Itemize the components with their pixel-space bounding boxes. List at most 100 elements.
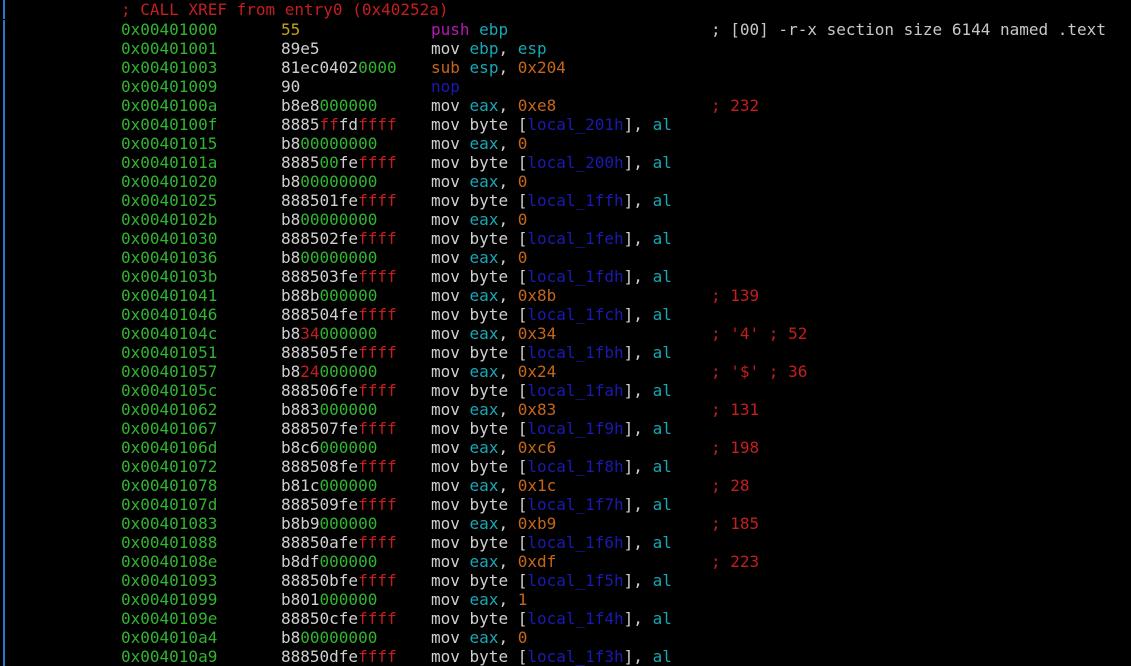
- disasm-row[interactable]: 0x00401067 888507feffff mov byte [local_1f…: [0, 419, 1131, 438]
- instruction-address[interactable]: 0x00401030: [121, 229, 217, 248]
- instruction-address[interactable]: 0x00401009: [121, 77, 217, 96]
- instruction-token: local_1f5h: [527, 571, 624, 590]
- instruction-text: nop: [431, 77, 460, 96]
- disasm-row[interactable]: 0x00401078 b81c000000 mov eax, 0x1c ; 28: [0, 476, 1131, 495]
- instruction-address[interactable]: 0x00401072: [121, 457, 217, 476]
- instruction-address[interactable]: 0x00401000: [121, 20, 217, 39]
- instruction-token: ,: [498, 590, 518, 609]
- instruction-address[interactable]: 0x0040100f: [121, 115, 217, 134]
- disasm-row[interactable]: 0x0040100f 8885fffdffff mov byte [local_20…: [0, 115, 1131, 134]
- instruction-token: ,: [498, 172, 518, 191]
- instruction-address[interactable]: 0x0040109e: [121, 609, 217, 628]
- instruction-address[interactable]: 0x00401099: [121, 590, 217, 609]
- instruction-address[interactable]: 0x00401093: [121, 571, 217, 590]
- opcode-byte-segment: 000000: [319, 96, 378, 115]
- opcode-byte-segment: b8: [281, 172, 301, 191]
- instruction-address[interactable]: 0x0040107d: [121, 495, 217, 514]
- disasm-row[interactable]: 0x00401046 888504feffff mov byte [local_1f…: [0, 305, 1131, 324]
- disasm-row[interactable]: 0x0040109e 88850cfeffff mov byte [local_1f…: [0, 609, 1131, 628]
- instruction-address[interactable]: 0x00401051: [121, 343, 217, 362]
- instruction-token: byte [: [459, 571, 528, 590]
- instruction-address[interactable]: 0x00401001: [121, 39, 217, 58]
- disasm-row[interactable]: 0x00401003 81ec04020000 sub esp, 0x204: [0, 58, 1131, 77]
- instruction-text: mov eax, 0x24: [431, 362, 556, 381]
- instruction-token: byte [: [459, 495, 528, 514]
- disasm-row[interactable]: 0x00401000 55 push ebp ; [00] -r-x section …: [0, 20, 1131, 39]
- instruction-token: mov: [431, 324, 460, 343]
- disasm-row[interactable]: 0x00401072 888508feffff mov byte [local_1f…: [0, 457, 1131, 476]
- disasm-row[interactable]: 0x00401015 b800000000 mov eax, 0: [0, 134, 1131, 153]
- instruction-address[interactable]: 0x004010a9: [121, 647, 217, 666]
- instruction-address[interactable]: 0x00401025: [121, 191, 217, 210]
- instruction-address[interactable]: 0x00401046: [121, 305, 217, 324]
- instruction-token: al: [652, 647, 672, 666]
- disasm-row[interactable]: 0x0040103b 888503feffff mov byte [local_1f…: [0, 267, 1131, 286]
- instruction-address[interactable]: 0x00401078: [121, 476, 217, 495]
- disasm-row[interactable]: 0x004010a4 b800000000 mov eax, 0: [0, 628, 1131, 647]
- instruction-token: mov: [431, 172, 460, 191]
- flow-bar: [3, 571, 5, 590]
- instruction-token: al: [652, 191, 672, 210]
- instruction-address[interactable]: 0x00401041: [121, 286, 217, 305]
- disasm-row[interactable]: 0x00401001 89e5 mov ebp, esp: [0, 39, 1131, 58]
- instruction-address[interactable]: 0x0040108e: [121, 552, 217, 571]
- instruction-address[interactable]: 0x00401083: [121, 514, 217, 533]
- instruction-address[interactable]: 0x00401057: [121, 362, 217, 381]
- disasm-row[interactable]: 0x0040105c 888506feffff mov byte [local_1f…: [0, 381, 1131, 400]
- instruction-address[interactable]: 0x00401015: [121, 134, 217, 153]
- disasm-row[interactable]: 0x004010a9 88850dfeffff mov byte [local_1f…: [0, 647, 1131, 666]
- disasm-row[interactable]: 0x0040107d 888509feffff mov byte [local_1f…: [0, 495, 1131, 514]
- instruction-token: ],: [623, 381, 653, 400]
- instruction-address[interactable]: 0x0040102b: [121, 210, 217, 229]
- instruction-token: mov: [431, 590, 460, 609]
- instruction-address[interactable]: 0x0040100a: [121, 96, 217, 115]
- instruction-address[interactable]: 0x00401036: [121, 248, 217, 267]
- disasm-row[interactable]: 0x00401041 b88b000000 mov eax, 0x8b ; 139: [0, 286, 1131, 305]
- instruction-address[interactable]: 0x004010a4: [121, 628, 217, 647]
- instruction-token: eax: [469, 362, 499, 381]
- disasm-row[interactable]: 0x0040106d b8c6000000 mov eax, 0xc6 ; 198: [0, 438, 1131, 457]
- disasm-row[interactable]: 0x00401025 888501feffff mov byte [local_1f…: [0, 191, 1131, 210]
- instruction-address[interactable]: 0x00401003: [121, 58, 217, 77]
- instruction-token: byte [: [459, 609, 528, 628]
- disasm-row[interactable]: 0x00401062 b883000000 mov eax, 0x83 ; 131: [0, 400, 1131, 419]
- disasm-row[interactable]: 0x0040102b b800000000 mov eax, 0: [0, 210, 1131, 229]
- instruction-address[interactable]: 0x0040105c: [121, 381, 217, 400]
- instruction-address[interactable]: 0x0040101a: [121, 153, 217, 172]
- disasm-row[interactable]: 0x00401093 88850bfeffff mov byte [local_1f…: [0, 571, 1131, 590]
- instruction-address[interactable]: 0x0040104c: [121, 324, 217, 343]
- disasm-row[interactable]: 0x00401083 b8b9000000 mov eax, 0xb9 ; 185: [0, 514, 1131, 533]
- instruction-address[interactable]: 0x0040106d: [121, 438, 217, 457]
- opcode-byte-segment: 00000000: [300, 134, 378, 153]
- instruction-token: ],: [623, 571, 653, 590]
- disasm-row[interactable]: 0x00401020 b800000000 mov eax, 0: [0, 172, 1131, 191]
- disasm-row[interactable]: 0x00401057 b824000000 mov eax, 0x24 ; '$' ;…: [0, 362, 1131, 381]
- disasm-row[interactable]: 0x00401036 b800000000 mov eax, 0: [0, 248, 1131, 267]
- opcode-byte-segment: 000000: [319, 362, 378, 381]
- disasm-row[interactable]: 0x0040104c b834000000 mov eax, 0x34 ; '4' ;…: [0, 324, 1131, 343]
- instruction-token: eax: [469, 590, 499, 609]
- disasm-row[interactable]: 0x00401009 90 nop: [0, 77, 1131, 96]
- opcode-bytes: b800000000: [281, 628, 377, 647]
- flow-bar: [3, 0, 5, 19]
- disasm-row[interactable]: 0x0040108e b8df000000 mov eax, 0xdf ; 223: [0, 552, 1131, 571]
- instruction-token: local_1f7h: [527, 495, 624, 514]
- instruction-token: ,: [498, 286, 518, 305]
- instruction-text: mov eax, 0xdf: [431, 552, 556, 571]
- instruction-token: byte [: [459, 115, 528, 134]
- instruction-address[interactable]: 0x00401067: [121, 419, 217, 438]
- instruction-token: al: [652, 495, 672, 514]
- instruction-address[interactable]: 0x00401020: [121, 172, 217, 191]
- instruction-token: eax: [469, 210, 499, 229]
- disasm-row[interactable]: 0x00401099 b801000000 mov eax, 1: [0, 590, 1131, 609]
- instruction-token: eax: [469, 400, 499, 419]
- instruction-address[interactable]: 0x00401062: [121, 400, 217, 419]
- disasm-row[interactable]: 0x00401051 888505feffff mov byte [local_1f…: [0, 343, 1131, 362]
- disasm-row[interactable]: 0x00401030 888502feffff mov byte [local_1f…: [0, 229, 1131, 248]
- instruction-address[interactable]: 0x0040103b: [121, 267, 217, 286]
- instruction-token: local_1feh: [527, 229, 624, 248]
- disasm-row[interactable]: 0x0040101a 888500feffff mov byte [local_20…: [0, 153, 1131, 172]
- disasm-row[interactable]: 0x00401088 88850afeffff mov byte [local_1f…: [0, 533, 1131, 552]
- instruction-address[interactable]: 0x00401088: [121, 533, 217, 552]
- disasm-row[interactable]: 0x0040100a b8e8000000 mov eax, 0xe8 ; 232: [0, 96, 1131, 115]
